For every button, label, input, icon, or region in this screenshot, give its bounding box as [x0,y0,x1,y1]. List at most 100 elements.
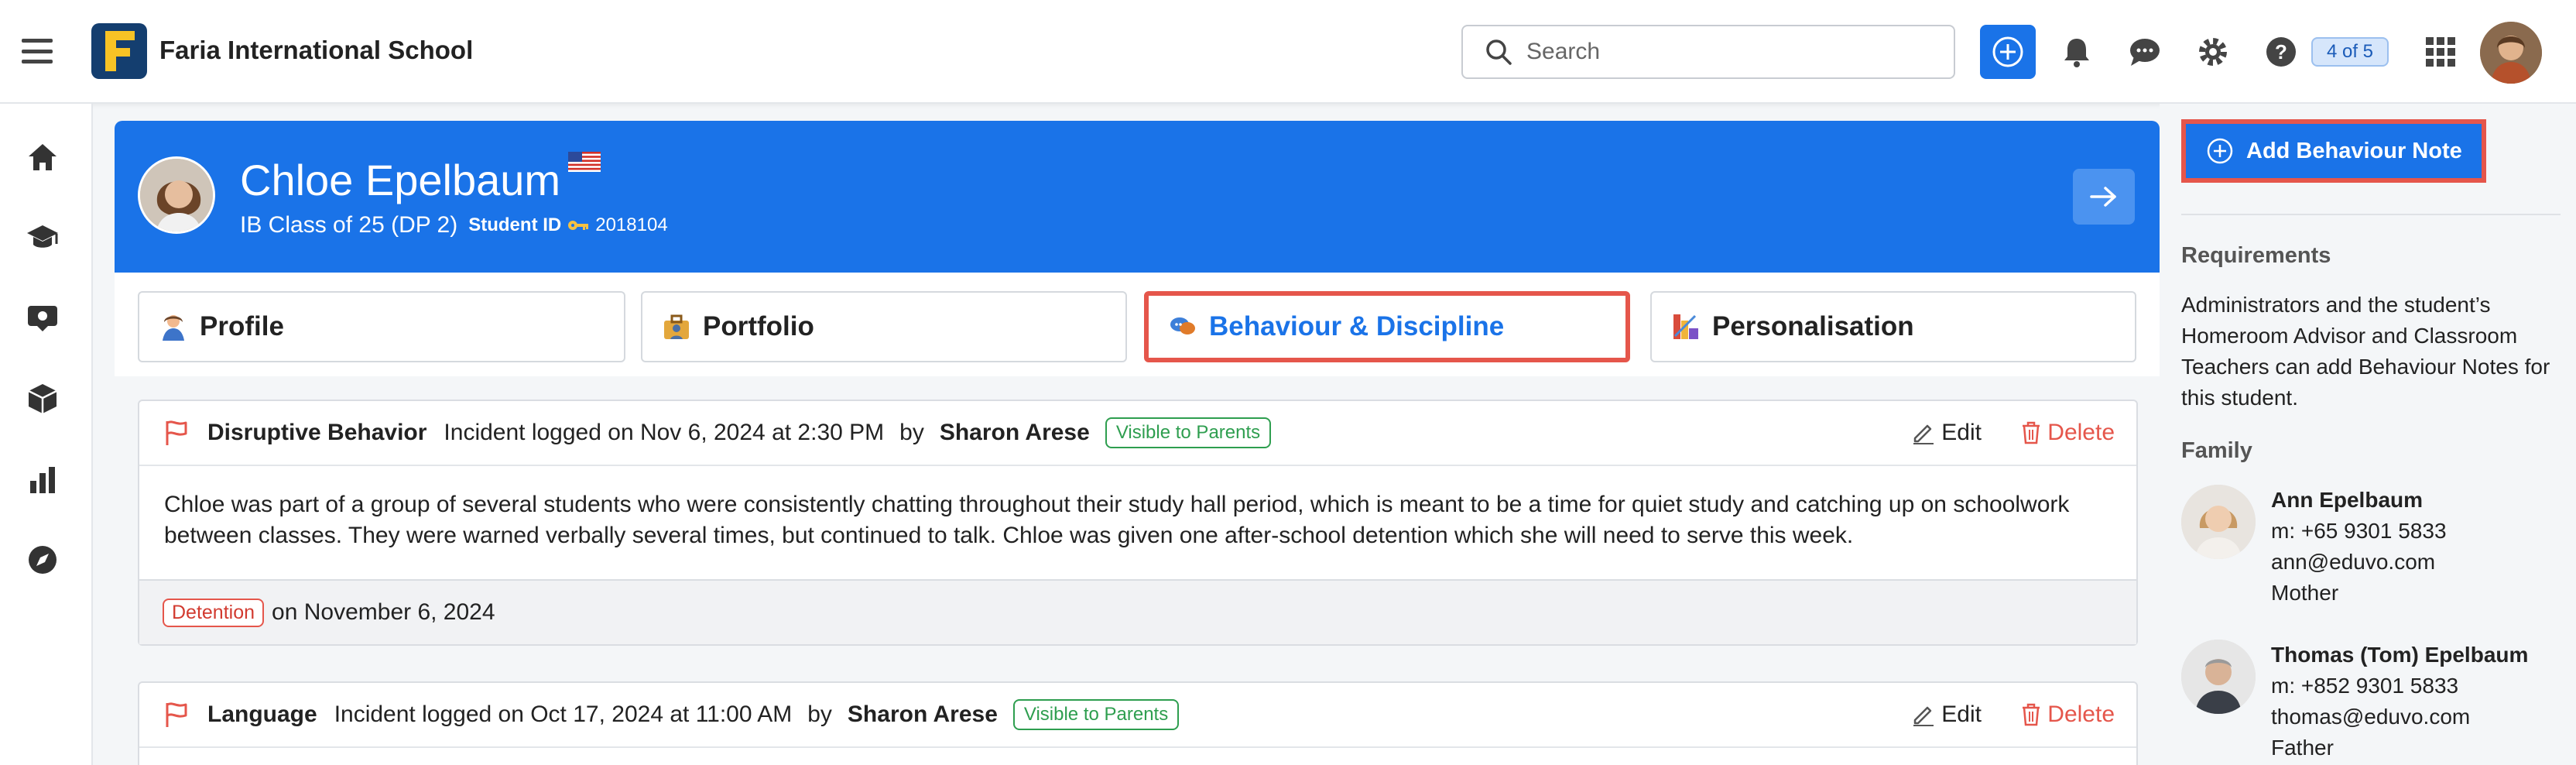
plus-circle-icon [2207,138,2233,164]
behaviour-notes-list: Disruptive Behavior Incident logged on N… [115,376,2160,765]
action-date: on November 6, 2024 [272,599,495,625]
next-student-button[interactable] [2073,169,2135,225]
flag-icon [166,420,187,445]
student-id: 2018104 [595,214,668,235]
family-name: Thomas (Tom) Epelbaum [2271,643,2529,667]
edit-label: Edit [1941,702,1982,727]
family-info: Thomas (Tom) Epelbaum m: +852 9301 5833 … [2271,640,2528,763]
delete-button[interactable]: Delete [2021,420,2115,446]
tab-portfolio[interactable]: Portfolio [641,291,1127,362]
school-logo[interactable] [91,23,147,79]
incident-by: by [807,702,832,727]
tab-label: Personalisation [1712,311,1914,341]
search-box[interactable] [1461,25,1955,79]
trash-icon [2023,703,2040,726]
student-subtitle: IB Class of 25 (DP 2) Student ID 2018104 [240,212,668,238]
profile-icon [163,315,184,341]
help-icon[interactable]: ? [2263,34,2299,70]
trash-icon [2023,421,2040,444]
gear-icon[interactable] [2195,34,2231,70]
tab-behaviour-discipline[interactable]: Behaviour & Discipline [1144,291,1630,362]
delete-button[interactable]: Delete [2021,702,2115,728]
bell-icon[interactable] [2059,34,2095,70]
chat-icon[interactable] [2127,34,2163,70]
student-class: IB Class of 25 (DP 2) [240,212,458,238]
compass-icon[interactable] [25,542,60,578]
behaviour-bubble-icon [1170,317,1195,334]
requirements-line: Teachers can add Behaviour Notes for [2181,355,2550,379]
bar-chart-icon[interactable] [25,461,60,497]
requirements-line: Administrators and the student’s [2181,293,2491,317]
detention-badge: Detention [163,598,265,627]
incident-author: Sharon Arese [847,702,998,727]
cube-icon[interactable] [25,381,60,417]
user-avatar[interactable] [2480,22,2542,84]
requirements-line: Homeroom Advisor and Classroom [2181,324,2518,348]
tab-label: Behaviour & Discipline [1209,311,1505,341]
family-phone[interactable]: m: +852 9301 5833 [2271,671,2528,702]
menu-icon[interactable] [22,39,53,63]
tab-profile[interactable]: Profile [138,291,625,362]
family-relation: Father [2271,736,2334,760]
incident-text-line: between classes. They were warned verbal… [164,523,1854,548]
page-counter-badge[interactable]: 4 of 5 [2311,37,2389,67]
family-relation: Mother [2271,581,2339,605]
delete-label: Delete [2047,420,2115,445]
arrow-right-icon [2090,187,2116,207]
incident-author: Sharon Arese [939,420,1090,445]
home-icon[interactable] [25,139,60,175]
school-name[interactable]: Faria International School [159,36,473,65]
incident-by: by [899,420,924,445]
family-heading: Family [2181,438,2252,463]
edit-label: Edit [1941,420,1982,445]
family-name: Ann Epelbaum [2271,488,2424,512]
family-member: Ann Epelbaum m: +65 9301 5833 ann@eduvo.… [2181,485,2568,616]
visibility-badge: Visible to Parents [1105,417,1272,448]
family-photo[interactable] [2181,485,2256,559]
requirements-heading: Requirements [2181,243,2331,268]
pencil-icon [1913,424,1934,444]
requirements-text: Administrators and the student’s Homeroo… [2181,290,2568,413]
student-name: Chloe Epelbaum [240,156,561,204]
student-tabs: Profile Portfolio Behaviour & Discipline… [115,273,2160,376]
tab-label: Profile [200,311,284,341]
incident-card: Disruptive Behavior Incident logged on N… [138,400,2138,646]
plus-circle-icon [1992,36,2023,67]
right-panel: Add Behaviour Note Requirements Administ… [2160,104,2576,765]
family-photo[interactable] [2181,640,2256,714]
incident-header: Language Incident logged on Oct 17, 2024… [139,683,2136,748]
family-email[interactable]: ann@eduvo.com [2271,547,2447,578]
edit-button[interactable]: Edit [1912,702,1982,728]
incident-type: Disruptive Behavior [207,420,427,445]
apps-grid-icon[interactable] [2423,34,2458,70]
search-icon [1486,39,1512,65]
family-phone[interactable]: m: +65 9301 5833 [2271,516,2447,547]
requirements-line: this student. [2181,386,2298,410]
incident-card: Language Incident logged on Oct 17, 2024… [138,681,2138,765]
add-behaviour-note-button[interactable]: Add Behaviour Note [2181,119,2486,183]
incident-header: Disruptive Behavior Incident logged on N… [139,401,2136,466]
student-id-label: Student ID [468,214,562,235]
edit-button[interactable]: Edit [1912,420,1982,446]
incident-text-line: Chloe was part of a group of several stu… [164,492,2070,517]
delete-label: Delete [2047,702,2115,727]
family-info: Ann Epelbaum m: +65 9301 5833 ann@eduvo.… [2271,485,2447,609]
divider [2181,214,2561,215]
create-button[interactable] [1980,25,2036,79]
tab-personalisation[interactable]: Personalisation [1650,291,2136,362]
flag-icon [166,702,187,727]
family-email[interactable]: thomas@eduvo.com [2271,702,2528,732]
top-bar: Faria International School ? 4 of 5 [0,0,2576,104]
incident-logged: Incident logged on Oct 17, 2024 at 11:00… [334,702,793,727]
add-note-label: Add Behaviour Note [2246,138,2462,163]
graduation-cap-icon[interactable] [25,220,60,256]
portfolio-icon [664,314,689,339]
search-input[interactable] [1526,39,1929,65]
visibility-badge: Visible to Parents [1012,699,1180,730]
incident-logged: Incident logged on Nov 6, 2024 at 2:30 P… [444,420,885,445]
incident-type: Language [207,702,317,727]
us-flag-icon [568,152,601,172]
key-icon [568,221,589,230]
student-photo [138,156,215,234]
behaviour-icon[interactable] [25,300,60,336]
